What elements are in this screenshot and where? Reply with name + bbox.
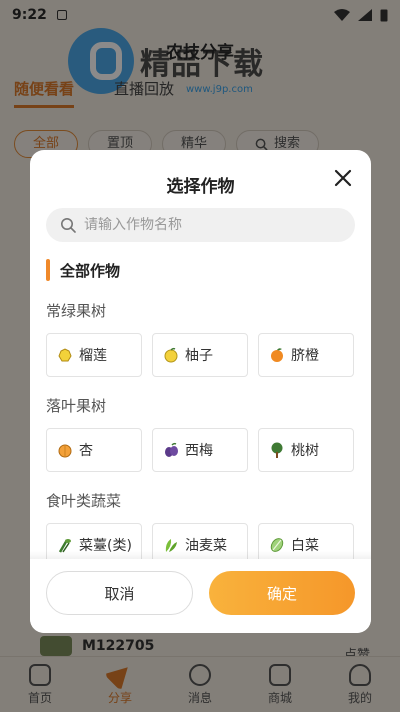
all-crops-header[interactable]: 全部作物 (46, 258, 355, 282)
dialog-title: 选择作物 (166, 177, 235, 197)
pomelo-icon (164, 347, 178, 363)
category-title: 常绿果树 (46, 302, 107, 320)
crop-item-label: 柚子 (185, 348, 213, 364)
select-crop-dialog: 选择作物 全部作物 常绿果树 榴莲 柚子 脐橙 落叶果 (30, 150, 371, 633)
all-crops-label: 全部作物 (60, 261, 121, 280)
crop-item-label: 杏 (79, 443, 93, 459)
category-grid: 榴莲 柚子 脐橙 (46, 333, 355, 377)
crop-item-durian[interactable]: 榴莲 (46, 333, 142, 377)
tree-icon (271, 442, 283, 458)
crop-item-label: 西梅 (185, 443, 213, 459)
durian-icon (58, 348, 72, 362)
crop-item-label: 榴莲 (79, 348, 107, 364)
category-title: 食叶类蔬菜 (46, 492, 122, 510)
crop-item-label: 桃树 (291, 443, 319, 459)
dialog-footer: 取消 确定 (30, 559, 371, 633)
crop-item-navel-orange[interactable]: 脐橙 (258, 333, 354, 377)
category-title: 落叶果树 (46, 397, 107, 415)
plum-icon (165, 442, 178, 457)
confirm-button[interactable]: 确定 (209, 571, 355, 615)
crop-item-label: 脐橙 (291, 348, 319, 364)
category-grid: 杏 西梅 桃树 (46, 428, 355, 472)
crop-search-box[interactable] (46, 208, 355, 242)
crop-list[interactable]: 全部作物 常绿果树 榴莲 柚子 脐橙 落叶果树 杏 西梅 桃树 食叶类蔬菜 菜薹… (30, 254, 371, 566)
cancel-button[interactable]: 取消 (46, 571, 193, 615)
search-icon (61, 218, 76, 233)
list-fade-divider (30, 551, 371, 559)
crop-item-apricot[interactable]: 杏 (46, 428, 142, 472)
crop-item-pomelo[interactable]: 柚子 (152, 333, 248, 377)
crop-search-input[interactable] (84, 217, 324, 233)
orange-icon (271, 348, 283, 362)
crop-item-prune[interactable]: 西梅 (152, 428, 248, 472)
apricot-icon (58, 444, 72, 458)
crop-item-peach-tree[interactable]: 桃树 (258, 428, 354, 472)
section-accent-bar (46, 259, 50, 281)
close-icon[interactable] (331, 166, 355, 190)
